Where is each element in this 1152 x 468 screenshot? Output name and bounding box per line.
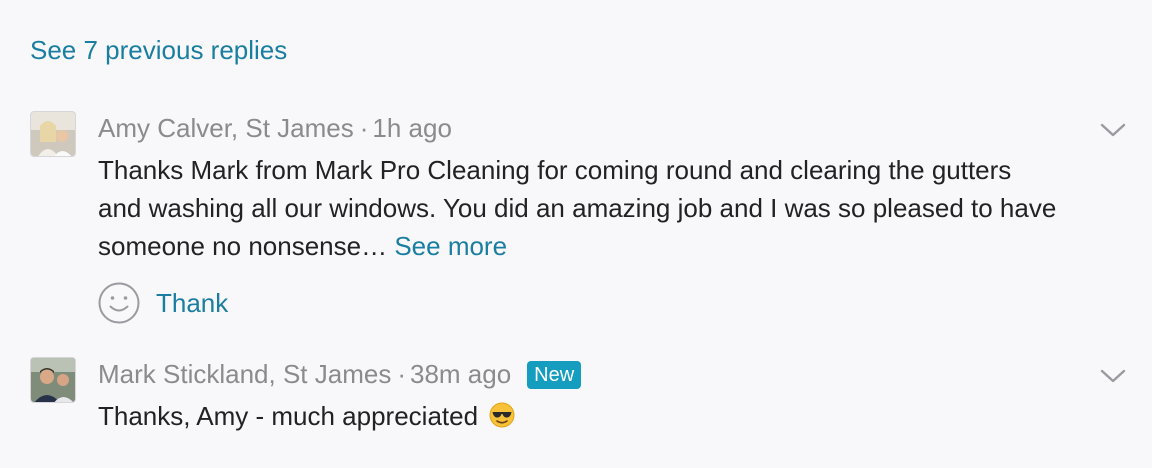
reply-body: Thanks, Amy - much appreciated	[98, 397, 1058, 435]
thank-button[interactable]: Thank	[98, 282, 228, 324]
meta-separator: ·	[397, 359, 406, 389]
reply-body: Thanks Mark from Mark Pro Cleaning for c…	[98, 151, 1058, 265]
see-more-link[interactable]: See more	[394, 231, 507, 261]
chevron-down-icon[interactable]	[1100, 122, 1126, 138]
reply-meta: Mark Stickland, St James · 38m ago New	[98, 358, 582, 391]
chevron-down-icon[interactable]	[1100, 368, 1126, 384]
reply-timestamp: 1h ago	[372, 113, 452, 143]
smile-icon	[98, 282, 140, 324]
reply-meta: Amy Calver, St James · 1h ago	[98, 112, 452, 144]
avatar[interactable]	[30, 111, 76, 157]
sunglasses-emoji-icon	[489, 400, 515, 428]
avatar[interactable]	[30, 357, 76, 403]
reply-body-text: Thanks Mark from Mark Pro Cleaning for c…	[98, 155, 1057, 261]
see-previous-replies-link[interactable]: See 7 previous replies	[30, 34, 287, 66]
author-name[interactable]: Mark Stickland, St James	[98, 359, 391, 389]
reply-body-text: Thanks, Amy - much appreciated	[98, 401, 479, 431]
author-name[interactable]: Amy Calver, St James	[98, 113, 354, 143]
reply-timestamp: 38m ago	[409, 359, 512, 389]
meta-separator: ·	[359, 113, 369, 143]
new-badge: New	[527, 361, 582, 389]
thank-label: Thank	[156, 288, 229, 318]
